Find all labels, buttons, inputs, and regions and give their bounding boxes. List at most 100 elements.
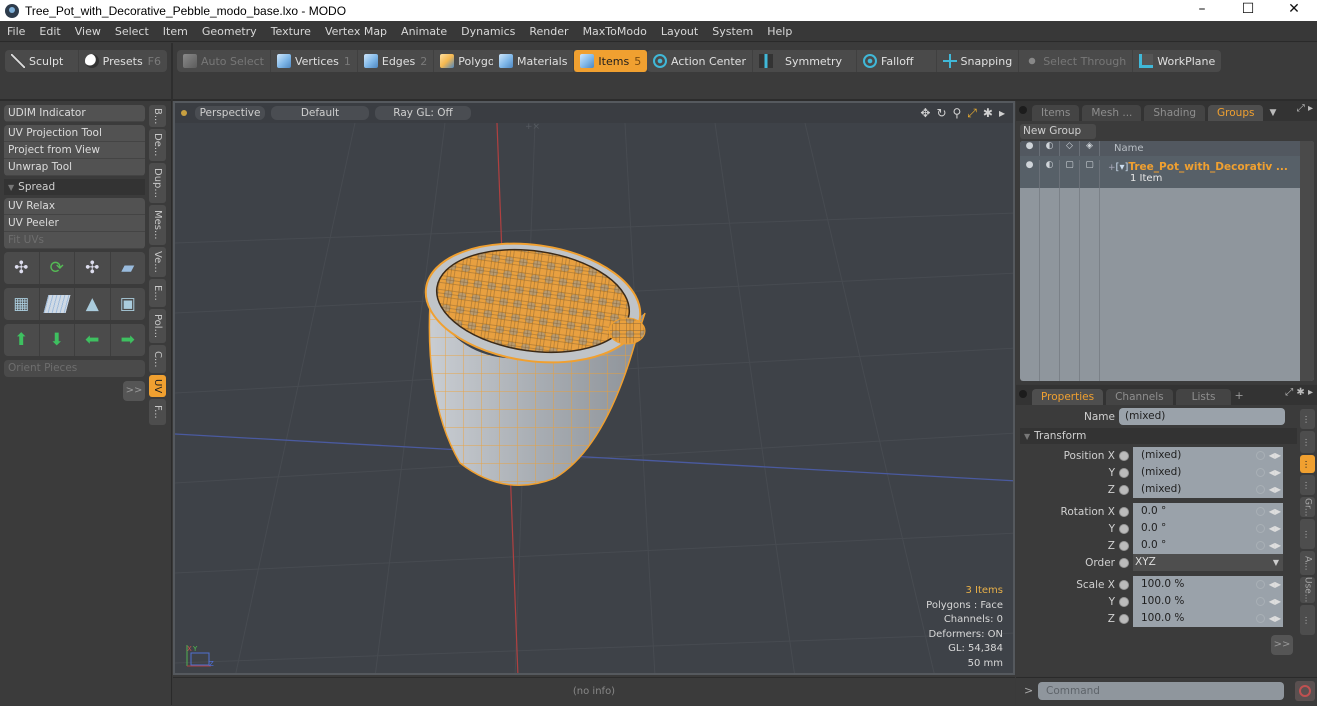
rotation-y-keyframe[interactable] bbox=[1119, 523, 1129, 534]
panel-expand-icon[interactable]: ⤢ ▸ bbox=[1297, 103, 1313, 114]
tab-uv[interactable]: UV bbox=[149, 375, 166, 397]
tab-deform[interactable]: De... bbox=[149, 129, 166, 161]
edges-button[interactable]: Edges 2 bbox=[358, 50, 435, 72]
tab-properties[interactable]: Properties bbox=[1032, 389, 1104, 405]
tab-edge[interactable]: E... bbox=[149, 279, 166, 307]
menu-texture[interactable]: Texture bbox=[264, 25, 318, 38]
close-button[interactable]: ✕ bbox=[1271, 0, 1317, 21]
tab-shading[interactable]: Shading bbox=[1144, 105, 1206, 121]
menu-select[interactable]: Select bbox=[108, 25, 156, 38]
name-field[interactable]: (mixed) bbox=[1119, 408, 1285, 425]
uv-scale-tool-button[interactable]: ✣ bbox=[75, 252, 111, 284]
auto-select-button[interactable]: Auto Select bbox=[177, 50, 271, 72]
materials-button[interactable]: Materials bbox=[493, 50, 575, 72]
position-x-field[interactable]: (mixed) ◀▶ bbox=[1133, 447, 1283, 464]
groups-scrollbar[interactable] bbox=[1300, 141, 1314, 381]
render-toggle-icon[interactable]: ◐ bbox=[1040, 160, 1060, 188]
menu-view[interactable]: View bbox=[68, 25, 108, 38]
uv-rotate-tool-button[interactable]: ⟳ bbox=[40, 252, 75, 284]
menu-help[interactable]: Help bbox=[760, 25, 799, 38]
scale-y-keyframe[interactable] bbox=[1119, 596, 1129, 607]
side-tab-5[interactable]: Gr... bbox=[1300, 497, 1315, 517]
maximize-button[interactable]: ☐ bbox=[1225, 0, 1271, 21]
side-tab-7[interactable]: A... bbox=[1300, 551, 1315, 575]
select-column-icon[interactable]: ◈ bbox=[1080, 141, 1100, 156]
properties-more-button[interactable]: >> bbox=[1271, 635, 1293, 655]
rotation-z-field[interactable]: 0.0 ° ◀▶ bbox=[1133, 537, 1283, 554]
symmetry-button[interactable]: Symmetry bbox=[753, 50, 858, 72]
orient-pieces-button[interactable]: Orient Pieces bbox=[4, 360, 145, 377]
tab-mesh-edit[interactable]: Mes... bbox=[149, 205, 166, 245]
uv-transform-tool-button[interactable]: ▰ bbox=[111, 252, 146, 284]
side-tab-groups[interactable]: ... bbox=[1300, 519, 1315, 549]
align-right-button[interactable]: ➡ bbox=[111, 324, 146, 356]
items-button[interactable]: Items 5 bbox=[574, 50, 648, 72]
scale-x-field[interactable]: 100.0 % ◀▶ bbox=[1133, 576, 1283, 593]
tab-channels[interactable]: Channels bbox=[1106, 389, 1173, 405]
position-z-keyframe[interactable] bbox=[1119, 484, 1129, 495]
tab-duplicate[interactable]: Dup... bbox=[149, 163, 166, 203]
sculpt-button[interactable]: Sculpt bbox=[5, 50, 79, 72]
expand-plus-icon[interactable]: + bbox=[1108, 163, 1116, 173]
name-column-header[interactable]: Name bbox=[1114, 143, 1144, 154]
menu-file[interactable]: File bbox=[0, 25, 32, 38]
action-center-button[interactable]: Action Center bbox=[647, 50, 753, 72]
spread-section[interactable]: ▼ Spread bbox=[4, 179, 145, 195]
menu-edit[interactable]: Edit bbox=[32, 25, 67, 38]
orbit-icon[interactable]: ↻ bbox=[936, 106, 946, 121]
uv-relax-button[interactable]: UV Relax bbox=[4, 198, 145, 215]
command-input[interactable]: Command bbox=[1038, 682, 1284, 700]
scale-y-field[interactable]: 100.0 % ◀▶ bbox=[1133, 593, 1283, 610]
side-tab-3-active[interactable]: ... bbox=[1300, 455, 1315, 473]
select-toggle-icon[interactable]: ▢ bbox=[1080, 160, 1100, 188]
pan-icon[interactable]: ✥ bbox=[920, 106, 930, 121]
falloff-button[interactable]: Falloff bbox=[857, 50, 937, 72]
rotation-y-field[interactable]: 0.0 ° ◀▶ bbox=[1133, 520, 1283, 537]
menu-item[interactable]: Item bbox=[156, 25, 195, 38]
menu-geometry[interactable]: Geometry bbox=[195, 25, 264, 38]
zoom-icon[interactable]: ⚲ bbox=[953, 106, 962, 121]
minimize-button[interactable]: – bbox=[1179, 0, 1225, 21]
rotation-z-keyframe[interactable] bbox=[1119, 540, 1129, 551]
tabs-dropdown-icon[interactable]: ▼ bbox=[1269, 108, 1276, 118]
expand-more-button[interactable]: >> bbox=[123, 381, 145, 401]
3d-viewport[interactable]: +× X Y Z Perspective Default Ray GL: Off… bbox=[173, 101, 1015, 675]
tab-lists[interactable]: Lists bbox=[1175, 389, 1232, 405]
uv-move-tool-button[interactable]: ✣ bbox=[4, 252, 40, 284]
menu-dynamics[interactable]: Dynamics bbox=[454, 25, 522, 38]
tab-mesh[interactable]: Mesh ... bbox=[1082, 105, 1142, 121]
presets-button[interactable]: Presets F6 bbox=[79, 50, 167, 72]
menu-layout[interactable]: Layout bbox=[654, 25, 705, 38]
fit-uvs-button[interactable]: Fit UVs bbox=[4, 232, 145, 249]
panel-expand-settings-icon[interactable]: ⤢ ✱ ▸ bbox=[1285, 387, 1313, 398]
new-group-button[interactable]: New Group bbox=[1020, 124, 1096, 139]
record-macro-button[interactable] bbox=[1295, 681, 1315, 701]
tab-polygon[interactable]: Pol... bbox=[149, 309, 166, 343]
menu-system[interactable]: System bbox=[705, 25, 760, 38]
select-through-button[interactable]: Select Through bbox=[1019, 50, 1134, 72]
menu-maxtomodo[interactable]: MaxToModo bbox=[576, 25, 654, 38]
snapping-button[interactable]: Snapping bbox=[937, 50, 1020, 72]
tab-items[interactable]: Items bbox=[1032, 105, 1080, 121]
uv-peeler-button[interactable]: UV Peeler bbox=[4, 215, 145, 232]
uv-box-map-button[interactable]: ▦ bbox=[4, 288, 40, 320]
align-bottom-button[interactable]: ⬇ bbox=[40, 324, 75, 356]
tab-curve[interactable]: C... bbox=[149, 345, 166, 373]
raygl-toggle[interactable]: Ray GL: Off bbox=[375, 106, 471, 120]
uv-sphere-map-button[interactable]: ▣ bbox=[111, 288, 146, 320]
tab-basic[interactable]: B... bbox=[149, 105, 166, 127]
tab-groups[interactable]: Groups bbox=[1208, 105, 1264, 121]
scale-x-keyframe[interactable] bbox=[1119, 579, 1129, 590]
shading-mode-dropdown[interactable]: Default bbox=[271, 106, 369, 120]
tab-fusion[interactable]: F... bbox=[149, 399, 166, 425]
menu-render[interactable]: Render bbox=[522, 25, 575, 38]
lock-toggle-icon[interactable]: ▢ bbox=[1060, 160, 1080, 188]
add-tab-button[interactable]: + bbox=[1234, 389, 1243, 402]
side-tab-2[interactable]: ... bbox=[1300, 431, 1315, 453]
transform-section[interactable]: ▼ Transform bbox=[1020, 428, 1297, 444]
project-from-view-button[interactable]: Project from View bbox=[4, 142, 145, 159]
viewport-options-dot[interactable] bbox=[181, 110, 187, 116]
lock-column-icon[interactable]: ◇ bbox=[1060, 141, 1080, 156]
group-row[interactable]: ● ◐ ▢ ▢ +[▾]Tree_Pot_with_Decorativ ... … bbox=[1020, 156, 1314, 188]
position-y-field[interactable]: (mixed) ◀▶ bbox=[1133, 464, 1283, 481]
